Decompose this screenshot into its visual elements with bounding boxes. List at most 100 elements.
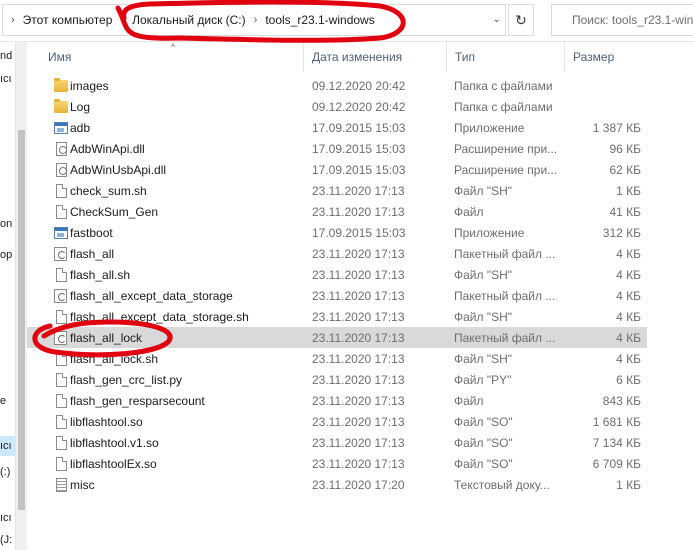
file-size: 6 КБ [616,373,641,387]
file-icon [56,205,67,219]
file-date: 17.09.2015 15:03 [312,226,406,240]
file-size: 4 КБ [616,310,641,324]
nav-fragment[interactable]: on [0,218,12,230]
file-name: CheckSum_Gen [70,205,159,219]
file-row[interactable]: flash_all_lock.sh 23.11.2020 17:13 Файл "S… [27,348,647,369]
file-name: libflashtoolEx.so [70,457,157,471]
file-date: 09.12.2020 20:42 [312,79,406,93]
file-icon [56,436,67,450]
file-icon [56,184,67,198]
file-row[interactable]: images 09.12.2020 20:42 Папка с файлами [27,75,647,96]
file-row[interactable]: AdbWinApi.dll 17.09.2015 15:03 Расширение … [27,138,647,159]
chevron-right-icon[interactable]: › [120,14,124,26]
file-type: Расширение при... [454,163,558,177]
file-row[interactable]: misc 23.11.2020 17:20 Текстовый доку... 1 К… [27,474,647,495]
file-row[interactable]: flash_gen_resparsecount 23.11.2020 17:13 Ф… [27,390,647,411]
column-header-date[interactable]: Дата изменения [304,42,447,72]
file-row[interactable]: flash_all_except_data_storage.sh 23.11.20… [27,306,647,327]
file-type: Пакетный файл ... [454,331,556,345]
file-row[interactable]: libflashtoolEx.so 23.11.2020 17:13 Файл "S… [27,453,647,474]
file-icon [56,415,67,429]
nav-scrollbar[interactable] [15,42,27,550]
nav-fragment[interactable]: op [0,249,12,261]
file-name: check_sum.sh [70,184,147,198]
file-name: images [70,79,109,93]
file-row[interactable]: Log 09.12.2020 20:42 Папка с файлами [27,96,647,117]
nav-scrollbar-thumb[interactable] [18,130,25,510]
dll-gear-icon [56,163,67,177]
file-size: 1 КБ [616,478,641,492]
file-type: Расширение при... [454,142,558,156]
file-type: Файл [454,394,484,408]
file-date: 23.11.2020 17:13 [312,268,405,282]
nav-fragment[interactable]: (J: [0,534,12,546]
refresh-button[interactable]: ↻ [508,4,534,36]
file-list[interactable]: images 09.12.2020 20:42 Папка с файлами Log… [27,75,647,495]
file-row[interactable]: flash_gen_crc_list.py 23.11.2020 17:13 Фай… [27,369,647,390]
file-type: Файл "SO" [454,415,513,429]
breadcrumb-tools-folder[interactable]: tools_r23.1-windows [265,13,374,27]
file-icon [56,457,67,471]
file-size: 312 КБ [602,226,641,240]
file-row[interactable]: flash_all 23.11.2020 17:13 Пакетный файл .… [27,243,647,264]
file-row[interactable]: flash_all_except_data_storage 23.11.2020 … [27,285,647,306]
breadcrumb-this-pc[interactable]: Этот компьютер [23,13,113,27]
file-size: 1 387 КБ [592,121,641,135]
file-icon [56,373,67,387]
navigation-pane[interactable]: nd ıсı on op e ıсı (:) ıсı (J: [0,42,15,550]
file-type: Текстовый доку... [454,478,550,492]
chevron-right-icon[interactable]: › [254,14,258,26]
file-row[interactable]: check_sum.sh 23.11.2020 17:13 Файл "SH" 1 К… [27,180,647,201]
file-name: flash_all_lock.sh [70,352,159,366]
file-date: 23.11.2020 17:13 [312,436,405,450]
file-name: flash_all_except_data_storage.sh [70,310,249,324]
file-row[interactable]: AdbWinUsbApi.dll 17.09.2015 15:03 Расширен… [27,159,647,180]
file-row[interactable]: fastboot 17.09.2015 15:03 Приложение 312 КБ [27,222,647,243]
file-date: 23.11.2020 17:13 [312,184,405,198]
column-header-type[interactable]: Тип [447,42,565,72]
file-date: 17.09.2015 15:03 [312,142,406,156]
file-row[interactable]: flash_all.sh 23.11.2020 17:13 Файл "SH" 4 К… [27,264,647,285]
nav-fragment[interactable]: ıсı [0,73,12,85]
file-row[interactable]: libflashtool.so 23.11.2020 17:13 Файл "SO"… [27,411,647,432]
nav-fragment[interactable]: ıсı [0,512,12,524]
file-name: flash_all.sh [70,268,131,282]
file-name: AdbWinApi.dll [70,142,145,156]
file-name: flash_gen_crc_list.py [70,373,183,387]
file-name: misc [70,478,95,492]
column-header-name[interactable]: Имя [27,42,304,72]
nav-fragment[interactable]: (:) [0,466,10,478]
address-bar[interactable]: › Этот компьютер › Локальный диск (C:) ›… [2,4,506,36]
refresh-icon: ↻ [515,11,527,28]
file-row[interactable]: libflashtool.v1.so 23.11.2020 17:13 Файл "… [27,432,647,453]
file-type: Файл "SO" [454,457,513,471]
file-icon [56,310,67,324]
file-row[interactable]: adb 17.09.2015 15:03 Приложение 1 387 КБ [27,117,647,138]
file-type: Файл "SH" [454,352,513,366]
column-header-size[interactable]: Размер [565,42,693,72]
file-type: Файл "PY" [454,373,512,387]
file-row[interactable]: CheckSum_Gen 23.11.2020 17:13 Файл 41 КБ [27,201,647,222]
address-toolbar: › Этот компьютер › Локальный диск (C:) ›… [0,0,693,42]
file-size: 4 КБ [616,268,641,282]
nav-fragment[interactable]: ıсı [0,440,12,452]
folder-icon [54,78,68,92]
nav-fragment[interactable]: e [0,395,6,407]
file-size: 4 КБ [616,289,641,303]
file-name: Log [70,100,91,114]
file-size: 7 134 КБ [592,436,641,450]
search-box[interactable]: Поиск: tools_r23.1-windows [551,4,693,36]
file-date: 17.09.2015 15:03 [312,121,406,135]
file-name: flash_all [70,247,115,261]
chevron-down-icon[interactable]: ⌄ [493,14,501,25]
file-date: 23.11.2020 17:13 [312,289,405,303]
file-date: 23.11.2020 17:13 [312,247,405,261]
file-date: 23.11.2020 17:13 [312,205,405,219]
file-name: AdbWinUsbApi.dll [70,163,167,177]
breadcrumb-local-disk[interactable]: Локальный диск (C:) [132,13,246,27]
nav-fragment[interactable]: nd [0,50,12,62]
file-row[interactable]: flash_all_lock 23.11.2020 17:13 Пакетный ф… [27,327,647,348]
file-date: 09.12.2020 20:42 [312,100,406,114]
batch-file-icon [54,331,67,345]
file-icon [56,394,67,408]
